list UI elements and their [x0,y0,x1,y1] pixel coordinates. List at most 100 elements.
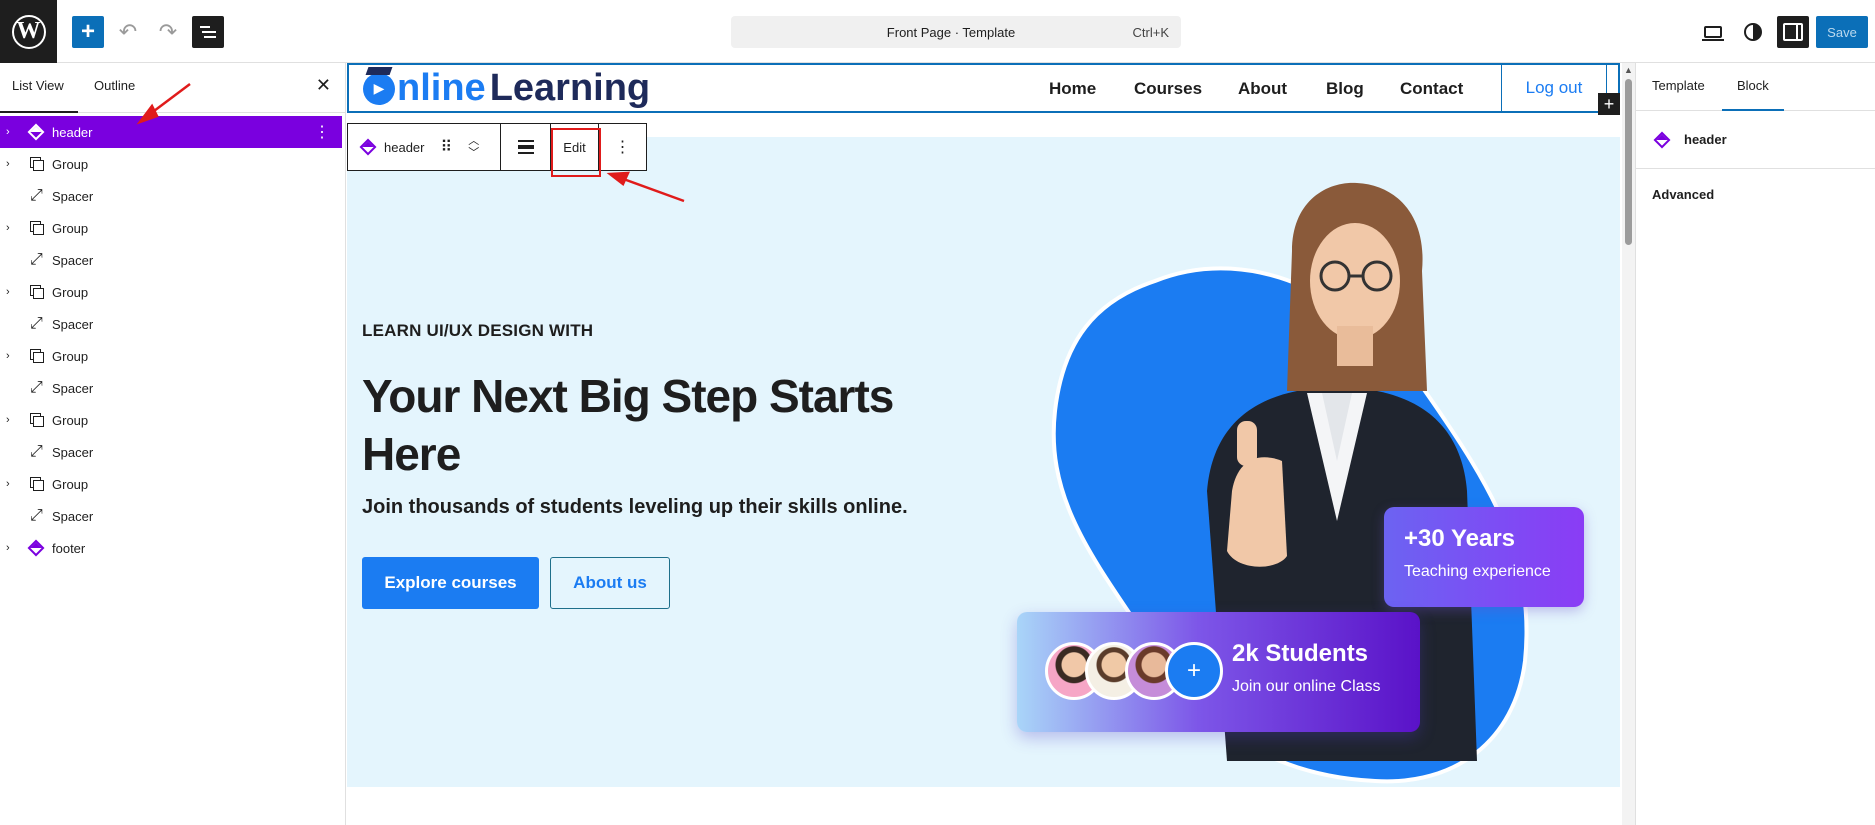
close-icon[interactable]: ✕ [316,75,331,96]
redo-button[interactable]: ↷ [152,16,184,48]
spacer-icon: ⤢ [30,315,43,332]
list-item[interactable]: ⤢ Spacer [0,180,342,212]
add-block-button[interactable]: + [72,16,104,48]
list-view-panel: List View Outline ✕ › header ⋮ › Group ⤢… [0,63,346,825]
laptop-icon [1702,26,1724,41]
tab-list-view[interactable]: List View [12,78,64,93]
plus-icon: + [1165,642,1223,700]
hero-section[interactable]: LEARN UI/UX DESIGN WITH Your Next Big St… [347,137,1620,787]
nav-link-courses[interactable]: Courses [1134,79,1202,99]
tab-template[interactable]: Template [1652,78,1705,93]
nav-link-contact[interactable]: Contact [1400,79,1463,99]
align-icon [517,140,534,154]
options-icon[interactable]: ⋮ [314,122,330,142]
list-item[interactable]: › Group [0,148,342,180]
list-item-label: footer [52,540,86,556]
drag-handle-icon[interactable]: ⠿ [440,137,452,157]
move-down-icon[interactable]: ﹀ [468,147,479,159]
list-item[interactable]: › Group [0,404,342,436]
tab-outline[interactable]: Outline [94,78,135,93]
edit-button[interactable]: Edit [551,124,599,170]
list-item[interactable]: › Group [0,340,342,372]
chevron-right-icon[interactable]: › [6,158,20,170]
logout-link[interactable]: Log out [1501,65,1607,111]
logo-text-part1: nline [397,67,486,109]
students-subtitle: Join our online Class [1232,678,1381,695]
list-item[interactable]: › Group [0,212,342,244]
list-item[interactable]: ⤢ Spacer [0,372,342,404]
group-icon [30,157,44,171]
list-item[interactable]: ⤢ Spacer [0,500,342,532]
settings-toggle-button[interactable] [1777,16,1809,48]
list-item[interactable]: ⤢ Spacer [0,436,342,468]
years-subtitle: Teaching experience [1404,563,1551,580]
chevron-right-icon[interactable]: › [6,542,20,554]
move-buttons: ︿ ﹀ [468,135,479,159]
chevron-right-icon[interactable]: › [6,478,20,490]
wordpress-logo-button[interactable]: W [0,0,57,63]
list-view-icon [200,26,216,38]
more-options-icon[interactable]: ⋮ [599,124,646,170]
contrast-icon [1744,23,1762,41]
align-button[interactable] [501,124,551,170]
sidebar-icon [1783,23,1803,41]
list-item[interactable]: › Group [0,276,342,308]
save-button[interactable]: Save [1816,16,1868,48]
editor-canvas[interactable]: ▶ nline Learning Home Courses About Blog… [347,63,1635,825]
list-item-label: Group [52,284,89,300]
nav-link-blog[interactable]: Blog [1326,79,1364,99]
block-switcher[interactable]: header ⠿ ︿ ﹀ [348,124,501,170]
spacer-icon: ⤢ [30,251,43,268]
site-header-block[interactable]: ▶ nline Learning Home Courses About Blog… [347,63,1620,115]
undo-button[interactable]: ↶ [112,16,144,48]
play-icon: ▶ [363,66,395,105]
block-tree: › header ⋮ › Group ⤢ Spacer › Group ⤢ Sp… [0,116,342,564]
nav-link-about[interactable]: About [1238,79,1287,99]
block-card: header [1636,111,1875,169]
list-item-footer[interactable]: › footer [0,532,342,564]
graduation-cap-icon [365,66,393,75]
list-item-label: Spacer [52,508,94,524]
document-overview-button[interactable] [192,16,224,48]
list-item-label: Group [52,156,89,172]
template-part-icon [27,123,45,141]
advanced-panel-toggle[interactable]: Advanced [1636,169,1875,220]
hero-title: Your Next Big Step Starts Here [362,370,894,480]
wordpress-icon: W [11,14,46,49]
styles-button[interactable] [1737,16,1769,48]
group-icon [30,221,44,235]
list-view-tabs: List View Outline ✕ [0,63,345,113]
spacer-icon: ⤢ [30,379,43,396]
tab-block[interactable]: Block [1737,78,1769,93]
list-item[interactable]: › Group [0,468,342,500]
list-item-label: header [52,124,93,140]
move-up-icon[interactable]: ︿ [468,135,479,147]
list-item-header[interactable]: › header ⋮ [0,116,342,148]
device-preview-button[interactable] [1697,16,1729,48]
chevron-right-icon[interactable]: › [6,286,20,298]
hero-kicker: LEARN UI/UX DESIGN WITH [362,321,594,340]
group-icon [30,285,44,299]
list-item[interactable]: ⤢ Spacer [0,308,342,340]
site-logo[interactable]: ▶ nline Learning [363,66,650,110]
chevron-right-icon[interactable]: › [6,350,20,362]
nav-link-home[interactable]: Home [1049,79,1096,99]
list-item[interactable]: ⤢ Spacer [0,244,342,276]
students-title: 2k Students [1232,640,1369,667]
chevron-right-icon[interactable]: › [6,126,20,138]
chevron-right-icon[interactable]: › [6,222,20,234]
explore-courses-button[interactable]: Explore courses [362,557,539,609]
command-palette-bar[interactable]: Front Page · Template Ctrl+K [731,16,1181,48]
about-us-button[interactable]: About us [550,557,670,609]
active-tab-indicator [1722,109,1784,111]
insert-block-icon[interactable]: + [1598,93,1620,115]
list-item-label: Spacer [52,380,94,396]
students-card: + 2k Students Join our online Class [1017,612,1420,732]
scroll-thumb[interactable] [1625,79,1632,245]
canvas-scrollbar[interactable]: ▲ [1622,63,1635,825]
chevron-right-icon[interactable]: › [6,414,20,426]
shortcut-hint: Ctrl+K [1132,24,1169,40]
scroll-up-icon[interactable]: ▲ [1624,65,1633,75]
list-item-label: Group [52,220,89,236]
list-item-label: Group [52,412,89,428]
